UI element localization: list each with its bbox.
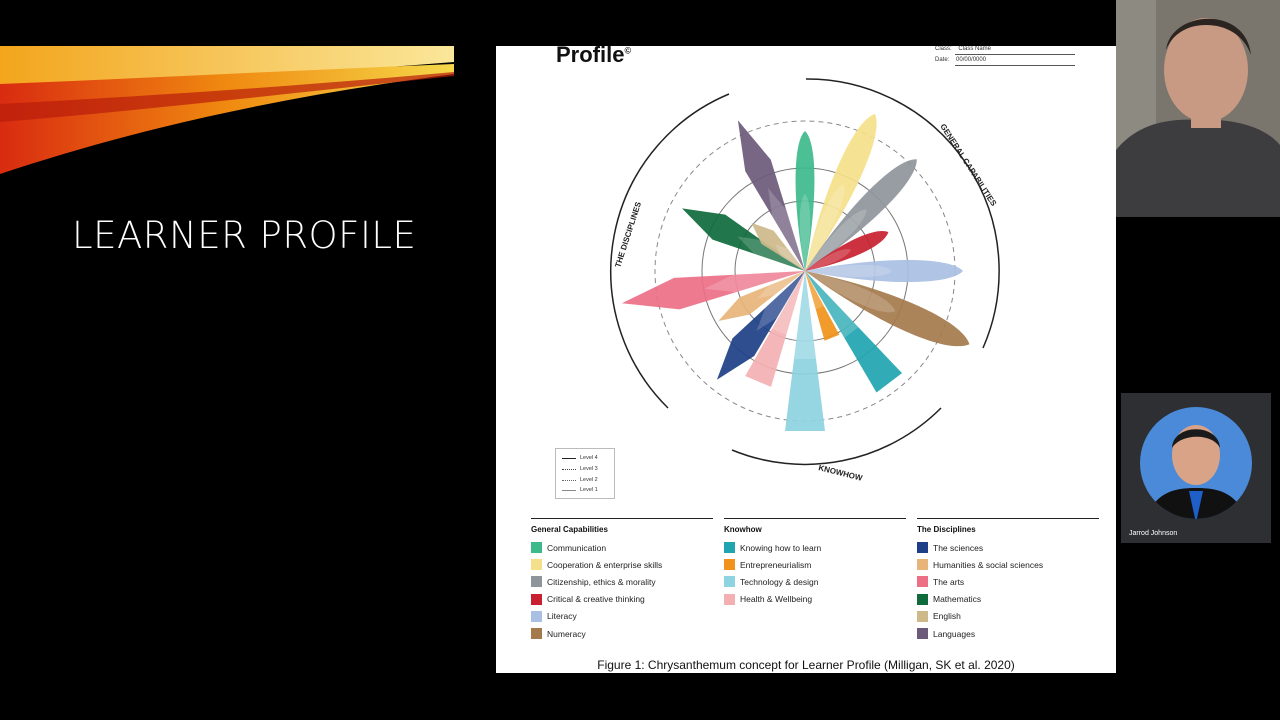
legend-swatch bbox=[531, 610, 542, 622]
legend-item: Technology & design bbox=[724, 573, 906, 590]
legend-knowhow: Knowhow Knowing how to learn Entrepreneur… bbox=[724, 518, 906, 608]
legend-swatch bbox=[724, 542, 735, 554]
legend-swatch bbox=[917, 576, 928, 588]
legend-heading: General Capabilities bbox=[531, 525, 608, 534]
legend-label: The sciences bbox=[933, 542, 984, 553]
legend-item: The sciences bbox=[917, 539, 1099, 556]
general-arc-label: GENERAL CAPABILITIES bbox=[938, 122, 998, 208]
legend-swatch bbox=[917, 542, 928, 554]
chrysanthemum-chart: THE DISCIPLINES GENERAL CAPABILITIES KNO… bbox=[610, 78, 1000, 483]
slide-title: LEARNER PROFILE bbox=[72, 214, 417, 257]
legend-item: Critical & creative thinking bbox=[531, 591, 713, 608]
legend-label: Entrepreneurialism bbox=[740, 559, 812, 570]
legend-label: Literacy bbox=[547, 611, 577, 622]
legend-swatch bbox=[531, 576, 542, 588]
legend-item: Languages bbox=[917, 625, 1099, 642]
legend-heading: Knowhow bbox=[724, 525, 762, 534]
legend-heading: The Disciplines bbox=[917, 525, 976, 534]
legend-swatch bbox=[724, 576, 735, 588]
legend-label: Technology & design bbox=[740, 576, 819, 587]
legend-item: The arts bbox=[917, 573, 1099, 590]
legend-swatch bbox=[724, 559, 735, 571]
legend-label: English bbox=[933, 611, 961, 622]
petals bbox=[621, 113, 970, 431]
legend-item: Citizenship, ethics & morality bbox=[531, 573, 713, 590]
legend-swatch bbox=[531, 542, 542, 554]
legend-item: Numeracy bbox=[531, 625, 713, 642]
legend-swatch bbox=[531, 628, 542, 640]
figure-panel: Profile© Class: Class Name Date: 00/00/0… bbox=[496, 46, 1116, 673]
presenter-video bbox=[1116, 0, 1280, 217]
legend-disciplines: The Disciplines The sciences Humanities &… bbox=[917, 518, 1099, 642]
figure-caption: Figure 1: Chrysanthemum concept for Lear… bbox=[597, 658, 1015, 672]
webcam-participant: Jarrod Johnson bbox=[1121, 393, 1271, 543]
legend-item: Humanities & social sciences bbox=[917, 556, 1099, 573]
legend-general-capabilities: General Capabilities Communication Cooper… bbox=[531, 518, 713, 642]
legend-swatch bbox=[531, 559, 542, 571]
level-4-label: Level 4 bbox=[580, 455, 598, 461]
legend-label: Health & Wellbeing bbox=[740, 594, 813, 605]
level-3-label: Level 3 bbox=[580, 466, 598, 472]
legend-item: Health & Wellbeing bbox=[724, 591, 906, 608]
legend-item: Entrepreneurialism bbox=[724, 556, 906, 573]
disciplines-arc bbox=[610, 93, 730, 409]
level-scale-legend: Level 4 Level 3 Level 2 Level 1 bbox=[555, 448, 615, 499]
legend-label: Critical & creative thinking bbox=[547, 594, 645, 605]
legend-item: Literacy bbox=[531, 608, 713, 625]
legend-swatch bbox=[917, 610, 928, 622]
legend-label: Communication bbox=[547, 542, 607, 553]
legend-label: The arts bbox=[933, 576, 965, 587]
level-2-label: Level 2 bbox=[580, 477, 598, 483]
legend-swatch bbox=[917, 593, 928, 605]
legend-item: Mathematics bbox=[917, 591, 1099, 608]
legend-item: Knowing how to learn bbox=[724, 539, 906, 556]
legend-label: Humanities & social sciences bbox=[933, 559, 1044, 570]
legend-swatch bbox=[531, 593, 542, 605]
level-1-label: Level 1 bbox=[580, 487, 598, 493]
participant-name: Jarrod Johnson bbox=[1129, 530, 1178, 537]
disciplines-arc-label: THE DISCIPLINES bbox=[613, 200, 643, 269]
webcam-presenter bbox=[1116, 0, 1280, 217]
legend-swatch bbox=[917, 559, 928, 571]
participant-avatar bbox=[1140, 407, 1252, 519]
petal-highlight bbox=[794, 271, 816, 359]
legend-item: English bbox=[917, 608, 1099, 625]
legend-label: Knowing how to learn bbox=[740, 542, 822, 553]
legend-label: Languages bbox=[933, 628, 976, 639]
legend-label: Numeracy bbox=[547, 628, 586, 639]
legend-item: Cooperation & enterprise skills bbox=[531, 556, 713, 573]
legend-label: Cooperation & enterprise skills bbox=[547, 559, 663, 570]
legend-label: Citizenship, ethics & morality bbox=[547, 576, 656, 587]
legend-item: Communication bbox=[531, 539, 713, 556]
decorative-streaks bbox=[0, 46, 454, 174]
knowhow-arc-label: KNOWHOW bbox=[818, 463, 864, 483]
knowhow-arc bbox=[731, 407, 942, 466]
legend-swatch bbox=[917, 628, 928, 640]
legend-label: Mathematics bbox=[933, 594, 982, 605]
legend-swatch bbox=[724, 593, 735, 605]
